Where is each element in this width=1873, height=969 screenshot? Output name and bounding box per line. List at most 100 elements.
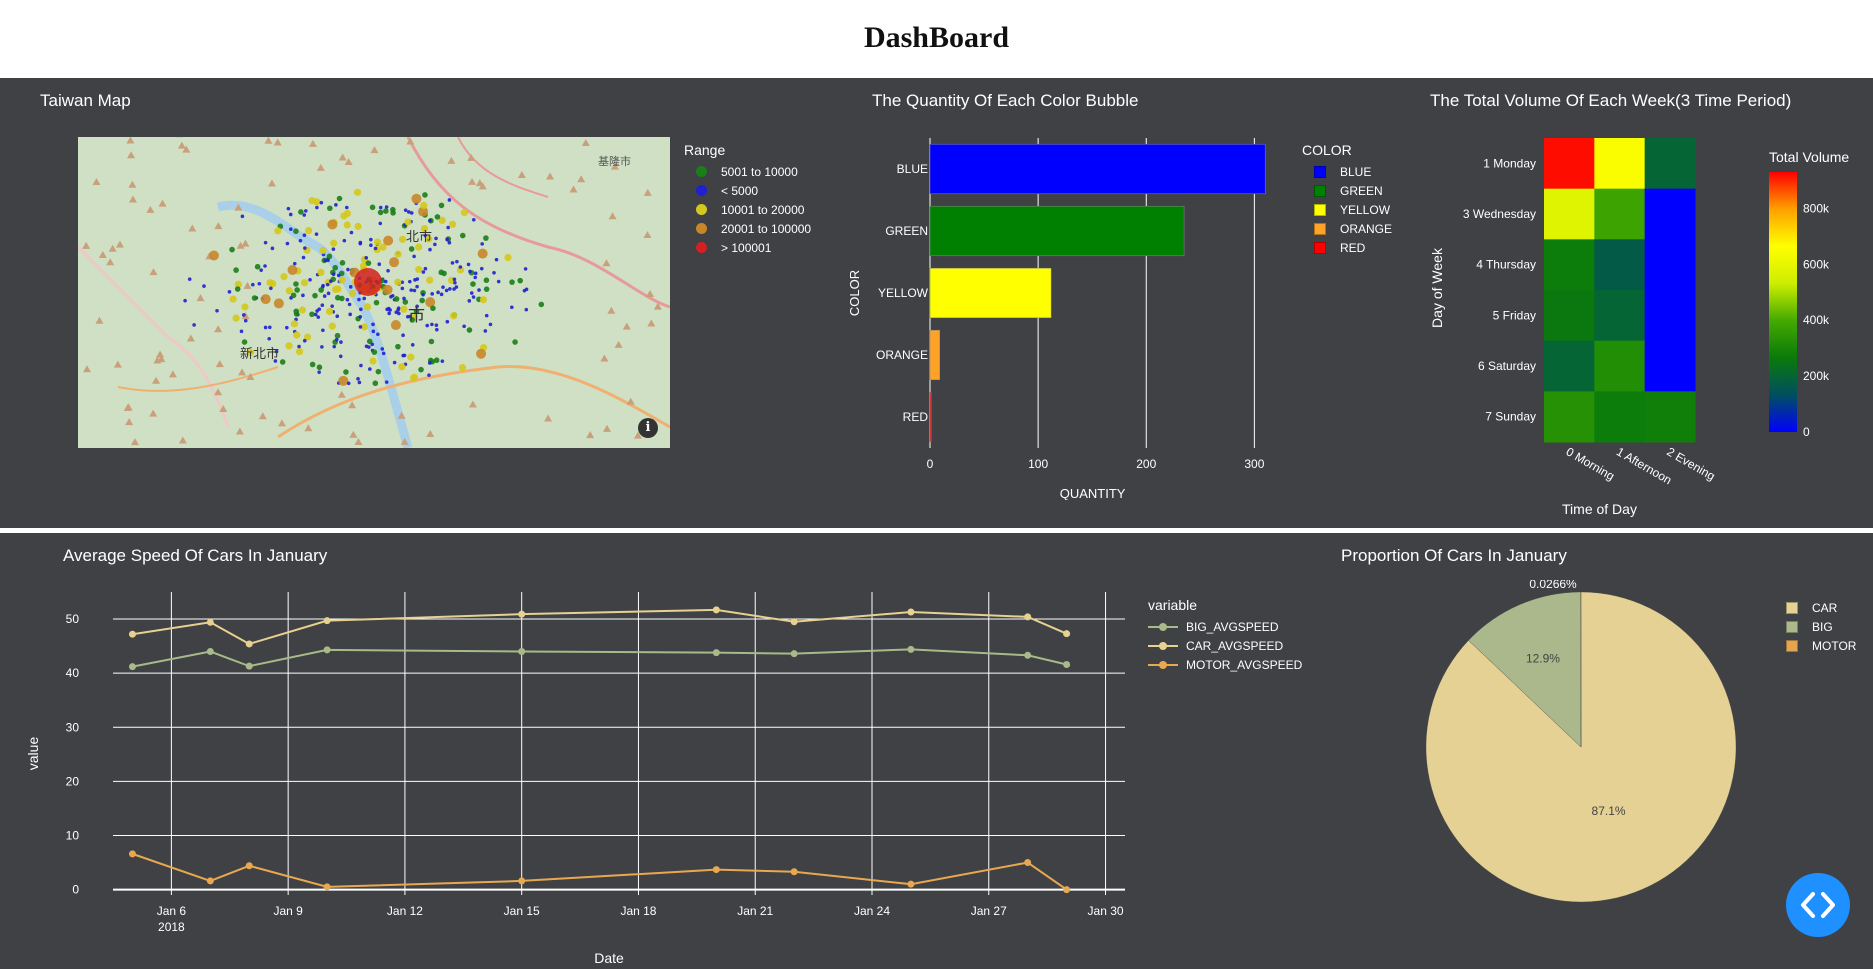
data-point[interactable]: [206, 648, 214, 656]
map-point-large[interactable]: [354, 268, 382, 296]
map-point[interactable]: [312, 292, 318, 299]
map-point[interactable]: [322, 294, 327, 298]
map-point[interactable]: [315, 205, 319, 210]
map-point[interactable]: [410, 374, 418, 382]
map-point[interactable]: [259, 268, 263, 272]
map-point[interactable]: [517, 277, 523, 284]
map-point[interactable]: [421, 292, 425, 297]
map-point[interactable]: [393, 296, 400, 302]
map-point[interactable]: [407, 353, 415, 361]
map-point[interactable]: [320, 303, 325, 308]
map-point[interactable]: [434, 236, 438, 241]
map-point[interactable]: [425, 323, 430, 328]
map-point[interactable]: [371, 322, 375, 327]
map-canvas[interactable]: 新北市 基隆市 市 北市: [78, 137, 670, 448]
map-point[interactable]: [290, 320, 299, 328]
map-point[interactable]: [504, 253, 512, 262]
map-point[interactable]: [280, 273, 288, 281]
map-point[interactable]: [239, 329, 244, 334]
map-point[interactable]: [357, 297, 361, 302]
map-point[interactable]: [362, 296, 367, 301]
map-point[interactable]: [380, 347, 385, 351]
map-point[interactable]: [450, 261, 455, 265]
data-point[interactable]: [206, 877, 214, 885]
map-legend-item[interactable]: > 100001: [684, 238, 811, 257]
map-point[interactable]: [345, 297, 350, 302]
map-point[interactable]: [334, 337, 339, 342]
map-point[interactable]: [332, 285, 340, 293]
map-point[interactable]: [229, 246, 235, 253]
map-point[interactable]: [349, 230, 354, 235]
map-point[interactable]: [240, 214, 245, 219]
data-point[interactable]: [323, 646, 331, 654]
map-point[interactable]: [392, 360, 397, 365]
map-point[interactable]: [358, 325, 363, 329]
map-point[interactable]: [483, 235, 489, 241]
data-point[interactable]: [206, 618, 214, 626]
map-point[interactable]: [302, 233, 307, 238]
map-point[interactable]: [488, 322, 493, 327]
map-point[interactable]: [369, 204, 376, 211]
map-point[interactable]: [427, 373, 431, 377]
map-point[interactable]: [336, 273, 341, 278]
map-point[interactable]: [326, 291, 331, 296]
data-point[interactable]: [712, 866, 720, 874]
heatmap-cell[interactable]: [1594, 290, 1646, 342]
map-point[interactable]: [317, 268, 325, 277]
map-point[interactable]: [287, 264, 298, 275]
map-point[interactable]: [285, 342, 293, 350]
bar-legend-item[interactable]: GREEN: [1302, 181, 1392, 200]
map-point[interactable]: [394, 278, 402, 286]
map-point[interactable]: [320, 345, 324, 349]
map-point[interactable]: [439, 292, 444, 297]
map-point[interactable]: [273, 298, 284, 309]
map-point[interactable]: [524, 307, 529, 312]
data-point[interactable]: [1024, 859, 1032, 867]
map-points[interactable]: [183, 188, 545, 387]
map-point[interactable]: [325, 282, 330, 287]
map-point[interactable]: [243, 318, 248, 323]
map-point[interactable]: [317, 370, 321, 374]
map-point[interactable]: [335, 314, 340, 319]
map-point[interactable]: [401, 333, 405, 337]
map-point[interactable]: [254, 263, 261, 270]
data-point[interactable]: [518, 648, 526, 656]
map-point[interactable]: [327, 205, 333, 212]
heatmap-cell[interactable]: [1544, 391, 1595, 443]
data-point[interactable]: [907, 608, 915, 616]
map-point[interactable]: [421, 270, 426, 274]
map-point[interactable]: [330, 304, 334, 308]
heatmap-cell[interactable]: [1644, 138, 1696, 190]
map-point[interactable]: [289, 227, 293, 232]
map-point[interactable]: [298, 209, 304, 215]
map-point[interactable]: [373, 246, 378, 251]
map-point[interactable]: [377, 262, 382, 267]
data-point[interactable]: [518, 877, 526, 885]
map-point[interactable]: [202, 284, 206, 288]
map-point[interactable]: [415, 265, 423, 274]
data-point[interactable]: [790, 618, 798, 626]
map-point[interactable]: [450, 312, 458, 320]
pie-legend-item[interactable]: BIG: [1774, 617, 1856, 636]
map-point[interactable]: [370, 342, 375, 347]
map-point[interactable]: [285, 241, 290, 246]
map-point[interactable]: [367, 345, 371, 349]
map-point[interactable]: [302, 338, 307, 343]
map-point[interactable]: [479, 266, 484, 271]
map-point[interactable]: [371, 349, 378, 355]
line-legend-item[interactable]: BIG_AVGSPEED: [1148, 617, 1302, 636]
series-line-car_avgspeed[interactable]: [132, 608, 1068, 646]
map-point[interactable]: [412, 288, 417, 293]
map-point[interactable]: [404, 218, 412, 226]
map-point[interactable]: [384, 205, 389, 209]
map-point[interactable]: [313, 312, 318, 317]
heatmap-cell[interactable]: [1544, 290, 1595, 342]
heatmap-cell[interactable]: [1544, 340, 1595, 392]
map-point[interactable]: [387, 311, 391, 316]
map-point[interactable]: [297, 344, 301, 349]
map-point[interactable]: [233, 267, 239, 273]
bar-legend-item[interactable]: YELLOW: [1302, 200, 1392, 219]
map-point[interactable]: [483, 286, 490, 292]
map-point[interactable]: [303, 246, 307, 250]
map-point[interactable]: [358, 315, 363, 319]
